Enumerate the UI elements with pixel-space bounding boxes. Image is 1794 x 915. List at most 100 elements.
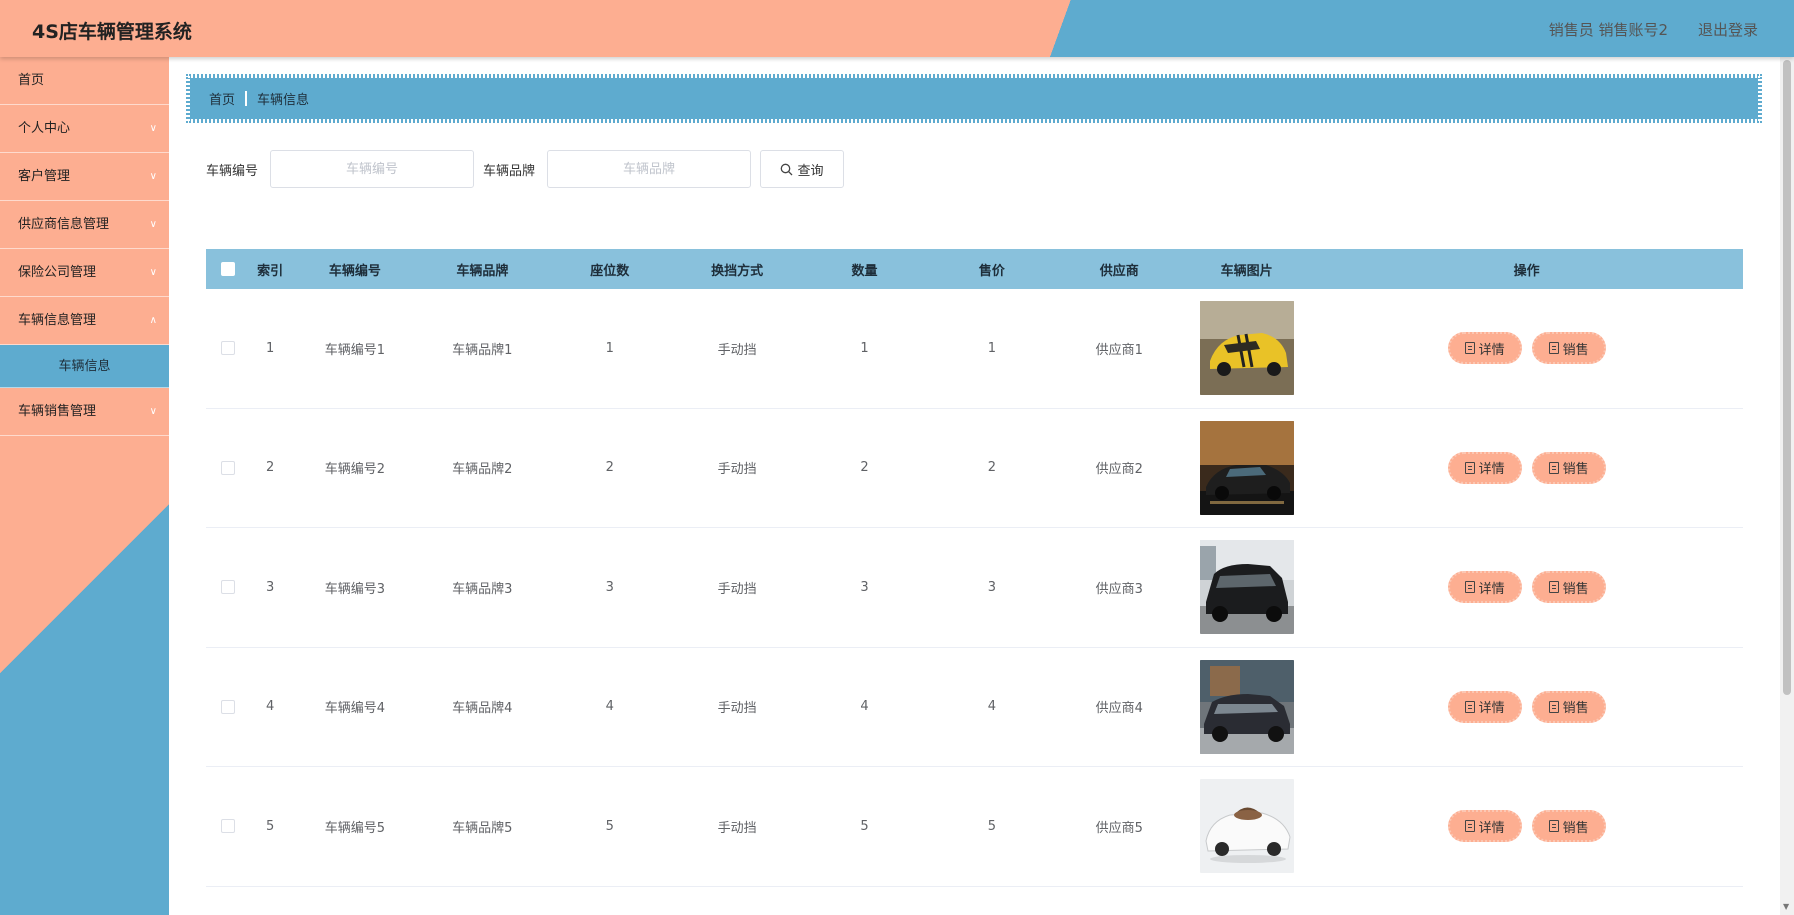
query-button-label: 查询 [797,163,824,179]
vehicle-image[interactable] [1199,540,1294,635]
detail-button[interactable]: 详情 [1447,571,1522,604]
row-checkbox[interactable] [220,819,235,834]
cell-gear: 手动挡 [717,701,757,717]
vehicle-image[interactable] [1199,420,1294,515]
row-checkbox[interactable] [220,580,235,595]
vehicle-image[interactable] [1199,301,1294,396]
vehicle-image[interactable] [1199,779,1294,874]
cell-index: 4 [266,699,275,715]
brand-label: 车辆品牌 [483,164,536,179]
cell-actions: 详情 销售 [1310,571,1743,604]
cell-quantity: 4 [860,699,869,715]
table-row: 4 车辆编号4 车辆品牌4 4 手动挡 4 4 供应商4 详情 销售 [206,648,1743,767]
cell-gear: 手动挡 [717,820,757,836]
sell-button[interactable]: 销售 [1531,571,1606,604]
row-checkbox[interactable] [220,341,235,356]
cell-quantity: 2 [860,460,869,476]
sidebar-item-label: 保险公司管理 [18,265,97,280]
sidebar-item-supplier-management[interactable]: 供应商信息管理 ∨ [0,201,169,249]
sidebar-item-insurance-management[interactable]: 保险公司管理 ∨ [0,249,169,297]
document-icon [1548,700,1559,713]
sidebar-item-label: 供应商信息管理 [18,217,110,232]
sell-button[interactable]: 销售 [1531,451,1606,484]
detail-button[interactable]: 详情 [1447,451,1522,484]
column-header-image: 车辆图片 [1220,263,1273,279]
sidebar-item-home[interactable]: 首页 [0,57,169,105]
cell-vehicle-no: 车辆编号2 [324,462,386,478]
sidebar-subitem-vehicle-info[interactable]: 车辆信息 [0,345,169,388]
cell-vehicle-no: 车辆编号5 [324,820,386,836]
top-header: 4S店车辆管理系统 销售员 销售账号2 退出登录 [0,0,1794,57]
cell-supplier: 供应商3 [1095,581,1143,597]
page-scrollbar[interactable]: ▼ [1780,57,1794,915]
cell-gear: 手动挡 [717,581,757,597]
detail-button[interactable]: 详情 [1447,810,1522,843]
cell-quantity: 3 [860,579,869,595]
cell-gear: 手动挡 [717,342,757,358]
sidebar-item-label: 车辆信息 [58,359,111,374]
cell-brand: 车辆品牌1 [452,342,513,358]
sidebar-item-vehicle-sales-management[interactable]: 车辆销售管理 ∨ [0,388,169,436]
detail-button-label: 详情 [1478,701,1505,717]
logout-link[interactable]: 退出登录 [1698,19,1758,40]
select-all-checkbox[interactable] [220,262,235,276]
table-row: 2 车辆编号2 车辆品牌2 2 手动挡 2 2 供应商2 详情 销售 [206,409,1743,528]
sidebar: 首页 个人中心 ∨ 客户管理 ∨ 供应商信息管理 ∨ 保险公司管理 ∨ 车辆信息… [0,57,169,915]
breadcrumb-separator [245,91,248,106]
sidebar-item-vehicle-info-management[interactable]: 车辆信息管理 ∧ [0,297,169,345]
column-header-actions: 操作 [1513,263,1540,279]
cell-brand: 车辆品牌2 [452,462,513,478]
vehicle-image[interactable] [1199,659,1294,754]
column-header-price: 售价 [978,263,1005,279]
cell-actions: 详情 销售 [1310,690,1743,723]
document-icon [1548,820,1559,833]
detail-button-label: 详情 [1478,462,1505,478]
cell-price: 5 [987,818,997,834]
sidebar-item-label: 首页 [18,73,45,88]
row-select-cell [206,341,249,356]
table-header: 索引 车辆编号 车辆品牌 座位数 换挡方式 数量 售价 供应商 车辆图片 操作 [206,249,1743,289]
chevron-down-icon: ∨ [149,219,157,230]
cell-image [1183,779,1310,874]
cell-image [1183,659,1310,754]
cell-supplier: 供应商5 [1095,820,1143,836]
brand-input[interactable] [547,150,751,188]
sell-button[interactable]: 销售 [1531,810,1606,843]
sell-button[interactable]: 销售 [1531,332,1606,365]
cell-brand: 车辆品牌5 [452,820,513,836]
sidebar-item-label: 车辆信息管理 [18,313,97,328]
column-header-index: 索引 [257,263,284,279]
chevron-down-icon: ∨ [149,406,157,417]
row-select-cell [206,580,249,595]
column-header-brand: 车辆品牌 [456,263,509,279]
current-user-label: 销售员 销售账号2 [1548,21,1668,39]
row-checkbox[interactable] [220,699,235,714]
sell-button[interactable]: 销售 [1531,690,1606,723]
scrollbar-thumb[interactable] [1783,60,1791,695]
cell-index: 5 [266,818,275,834]
cell-actions: 详情 销售 [1310,332,1743,365]
table-row: 3 车辆编号3 车辆品牌3 3 手动挡 3 3 供应商3 详情 销售 [206,528,1743,648]
document-icon [1464,342,1475,355]
query-button[interactable]: 查询 [760,150,844,188]
sidebar-item-personal-center[interactable]: 个人中心 ∨ [0,105,169,153]
breadcrumb: 首页 车辆信息 [186,74,1762,123]
sidebar-item-customer-management[interactable]: 客户管理 ∨ [0,153,169,201]
detail-button[interactable]: 详情 [1447,690,1522,723]
vehicle-no-input[interactable] [270,150,474,188]
column-header-gear: 换挡方式 [711,263,764,279]
scroll-down-arrow-icon[interactable]: ▼ [1783,902,1789,911]
cell-supplier: 供应商2 [1095,462,1143,478]
detail-button[interactable]: 详情 [1447,332,1522,365]
sell-button-label: 销售 [1562,462,1589,478]
cell-image [1183,540,1310,635]
detail-button-label: 详情 [1478,820,1505,836]
cell-image [1183,420,1310,515]
document-icon [1548,581,1559,594]
cell-seats: 3 [605,579,614,595]
breadcrumb-home[interactable]: 首页 [209,89,235,108]
chevron-up-icon: ∧ [149,315,157,326]
row-checkbox[interactable] [220,460,235,475]
document-icon [1548,342,1559,355]
select-all-cell [206,262,249,276]
